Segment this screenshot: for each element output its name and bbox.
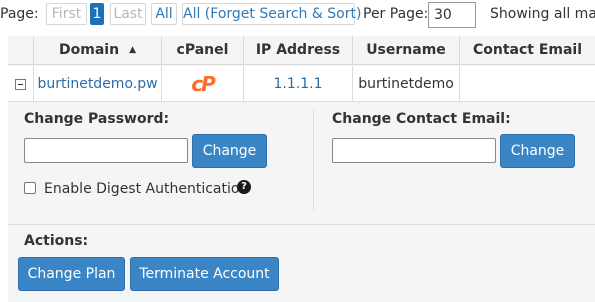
change-email-button[interactable]: Change — [500, 134, 575, 168]
digest-auth-label: Enable Digest Authentication — [44, 181, 249, 197]
digest-auth-checkbox[interactable] — [24, 182, 36, 194]
column-header-username[interactable]: Username — [353, 36, 460, 65]
last-page-button[interactable]: Last — [110, 3, 146, 25]
contact-email-input[interactable] — [332, 138, 496, 163]
change-contact-email-label: Change Contact Email: — [332, 111, 511, 127]
new-password-input[interactable] — [24, 138, 188, 163]
collapse-icon[interactable] — [15, 78, 26, 90]
showing-status: Showing all mat — [490, 6, 595, 22]
terminate-account-button[interactable]: Terminate Account — [130, 257, 279, 291]
change-plan-button[interactable]: Change Plan — [18, 257, 125, 291]
section-divider — [313, 110, 314, 210]
expand-column-header — [8, 36, 34, 65]
per-page-label: Per Page: — [363, 6, 429, 22]
username-cell: burtinetdemo — [353, 66, 460, 102]
sort-asc-icon: ▲ — [129, 45, 136, 55]
per-page-input[interactable] — [428, 2, 476, 28]
cpanel-icon: cP — [191, 72, 215, 96]
cpanel-link[interactable]: cP — [162, 66, 244, 102]
actions-divider — [8, 224, 595, 225]
change-password-button[interactable]: Change — [192, 134, 267, 168]
all-forget-search-sort-button[interactable]: All (Forget Search & Sort) — [182, 3, 361, 25]
table-row-toggle[interactable] — [8, 66, 34, 102]
all-pages-button[interactable]: All — [151, 3, 177, 25]
domain-link[interactable]: burtinetdemo.pw — [34, 66, 162, 102]
column-header-cpanel[interactable]: cPanel — [162, 36, 244, 65]
current-page-button[interactable]: 1 — [90, 3, 104, 25]
column-header-contact-email[interactable]: Contact Email — [460, 36, 595, 65]
first-page-button[interactable]: First — [46, 3, 87, 25]
help-icon[interactable]: ? — [237, 180, 251, 194]
column-header-ip-address[interactable]: IP Address — [244, 36, 353, 65]
actions-label: Actions: — [24, 233, 89, 249]
ip-address-link[interactable]: 1.1.1.1 — [244, 66, 353, 102]
column-header-domain[interactable]: Domain ▲ — [34, 36, 162, 65]
accounts-table: Domain ▲ cPanel IP Address Username Conta… — [8, 36, 595, 302]
contact-email-cell — [460, 66, 595, 102]
column-header-domain-label: Domain — [59, 42, 120, 58]
change-password-label: Change Password: — [24, 111, 170, 127]
page-label: Page: — [0, 6, 39, 22]
account-details-panel: Change Password: Change Enable Digest Au… — [8, 102, 595, 302]
pagination-bar: Page: First 1 Last All All (Forget Searc… — [0, 2, 595, 28]
